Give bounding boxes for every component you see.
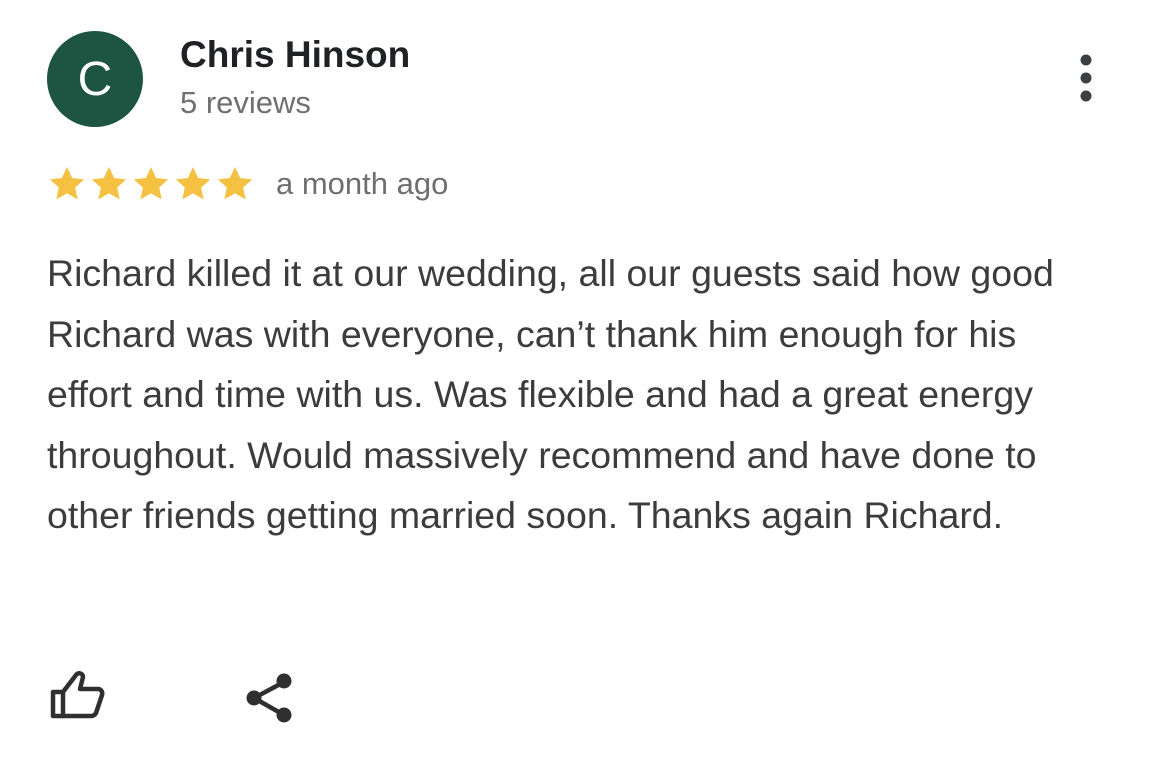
star-rating bbox=[46, 164, 256, 204]
avatar[interactable]: C bbox=[47, 31, 143, 127]
reviewer-name[interactable]: Chris Hinson bbox=[180, 33, 410, 77]
star-icon bbox=[49, 167, 85, 200]
review-text: Richard killed it at our wedding, all ou… bbox=[47, 252, 1054, 536]
like-button[interactable] bbox=[46, 665, 110, 725]
review-count: 5 reviews bbox=[180, 85, 311, 120]
more-vertical-icon bbox=[1080, 54, 1092, 102]
star-icon bbox=[175, 167, 211, 200]
star-icon bbox=[217, 167, 253, 200]
share-button[interactable] bbox=[240, 668, 300, 728]
avatar-letter: C bbox=[77, 52, 113, 106]
more-options-button[interactable] bbox=[1064, 52, 1108, 104]
review-date: a month ago bbox=[276, 166, 449, 201]
star-icon bbox=[91, 167, 127, 200]
share-icon bbox=[246, 673, 292, 723]
star-icon bbox=[133, 167, 169, 200]
thumbs-up-icon bbox=[50, 671, 105, 719]
